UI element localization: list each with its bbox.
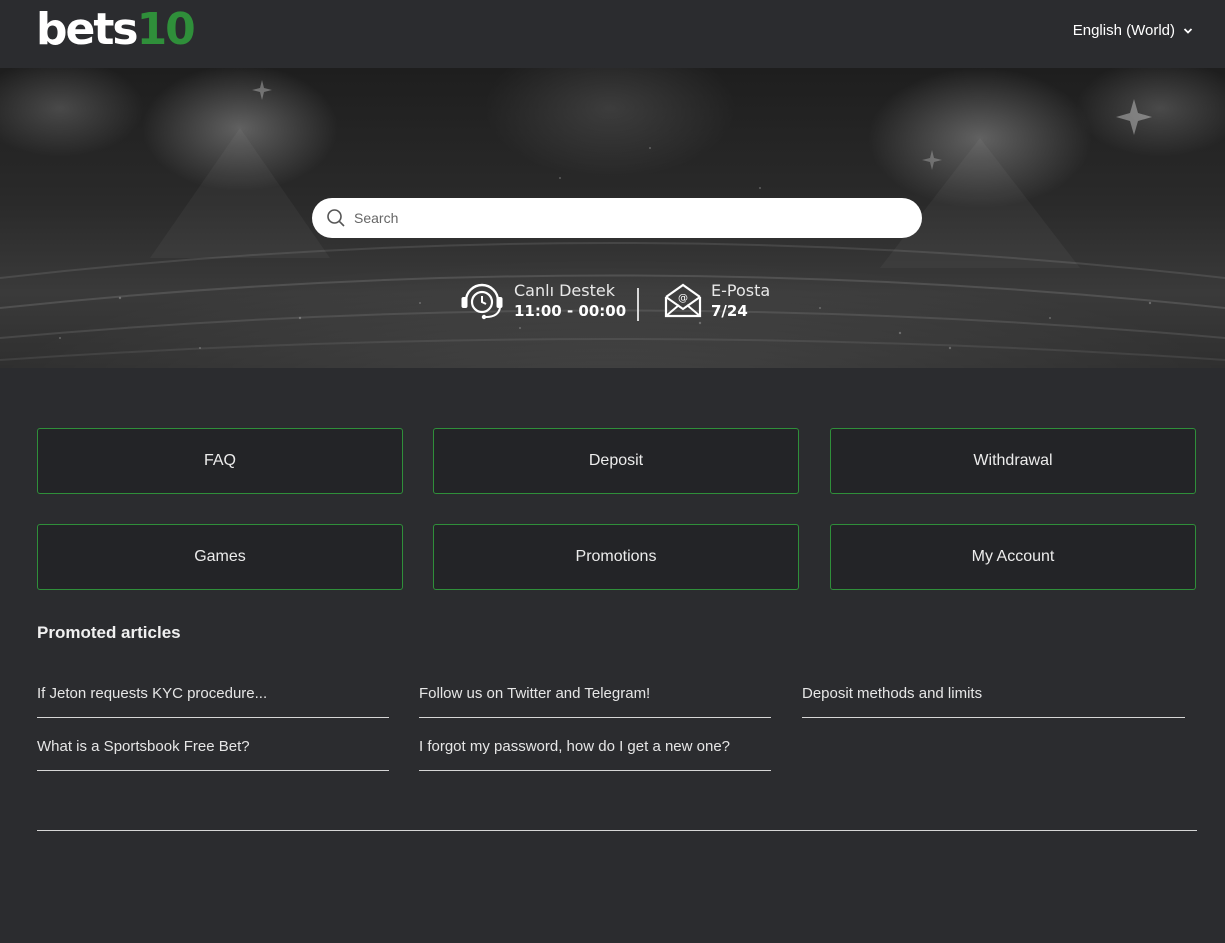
category-label: My Account xyxy=(971,548,1055,565)
category-promotions[interactable]: Promotions xyxy=(433,524,799,590)
email-availability: 7/24 xyxy=(711,302,748,320)
email-title: E-Posta xyxy=(711,281,771,300)
language-label: English (World) xyxy=(1072,22,1175,39)
live-support-hours: 11:00 - 00:00 xyxy=(514,302,627,320)
category-deposit[interactable]: Deposit xyxy=(433,428,799,494)
article-link[interactable]: Follow us on Twitter and Telegram! xyxy=(419,672,771,718)
contact-divider xyxy=(637,288,639,321)
site-header: bets10 English (World) xyxy=(0,0,1225,68)
article-label: If Jeton requests KYC procedure... xyxy=(37,685,268,702)
category-label: Games xyxy=(194,548,246,565)
article-link[interactable]: What is a Sportsbook Free Bet? xyxy=(37,725,389,771)
logo-text-main: bets xyxy=(36,4,139,55)
headset-clock-icon xyxy=(461,283,503,320)
category-my-account[interactable]: My Account xyxy=(830,524,1196,590)
svg-text:@: @ xyxy=(678,293,688,304)
search-icon xyxy=(327,209,345,227)
hero-banner: Canlı Destek 11:00 - 00:00 @ E-Posta 7/2… xyxy=(0,68,1225,368)
article-link[interactable]: I forgot my password, how do I get a new… xyxy=(419,725,771,771)
search-input[interactable] xyxy=(354,210,894,226)
language-selector[interactable]: English (World) xyxy=(1073,22,1193,39)
live-support-title: Canlı Destek xyxy=(514,281,615,300)
article-label: Follow us on Twitter and Telegram! xyxy=(419,685,651,702)
live-support-info: Canlı Destek 11:00 - 00:00 xyxy=(460,281,626,321)
category-withdrawal[interactable]: Withdrawal xyxy=(830,428,1196,494)
chevron-down-icon xyxy=(1183,27,1193,34)
category-label: Promotions xyxy=(575,548,657,565)
article-label: I forgot my password, how do I get a new… xyxy=(419,738,731,755)
search-bar[interactable] xyxy=(312,198,922,238)
article-label: What is a Sportsbook Free Bet? xyxy=(37,738,250,755)
email-icon: @ xyxy=(664,283,702,318)
category-faq[interactable]: FAQ xyxy=(37,428,403,494)
category-games[interactable]: Games xyxy=(37,524,403,590)
email-support-info: @ E-Posta 7/24 xyxy=(663,281,770,321)
category-label: Deposit xyxy=(588,452,644,469)
category-label: Withdrawal xyxy=(973,452,1053,469)
logo[interactable]: bets10 xyxy=(36,4,196,55)
logo-text-accent: 10 xyxy=(136,4,196,55)
article-link[interactable]: Deposit methods and limits xyxy=(802,672,1185,718)
article-link[interactable]: If Jeton requests KYC procedure... xyxy=(37,672,389,718)
promoted-articles-heading: Promoted articles xyxy=(37,623,181,642)
article-label: Deposit methods and limits xyxy=(802,685,983,702)
section-divider xyxy=(37,830,1197,831)
category-label: FAQ xyxy=(203,452,236,469)
